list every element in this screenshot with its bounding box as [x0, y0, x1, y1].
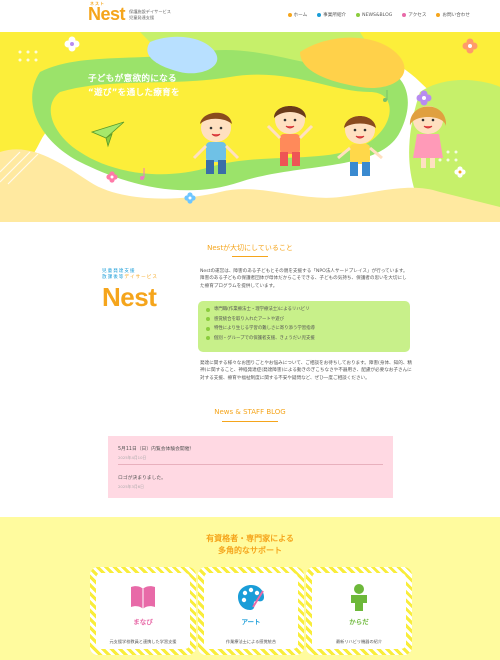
site-logo[interactable]: ネスト Nest 保護施設デイサービス 児童発達支援 — [88, 1, 171, 25]
news-item[interactable]: ロゴが決まりました。 2025年3月6日 — [118, 474, 383, 493]
card-label: アート — [241, 618, 261, 626]
news-item-title[interactable]: ロゴが決まりました。 — [118, 474, 383, 481]
consultation-paragraph: 発達に関する様々なお困りごとやお悩みについて、ご相談をお待ちしております。障害(… — [200, 361, 413, 381]
home-icon — [287, 13, 292, 17]
logo-word-text: Nest — [88, 4, 126, 24]
feature-text: 特性により生じる学習の難しさに寄り添う学習指導 — [214, 326, 315, 331]
bullet-icon — [206, 307, 210, 312]
bullet-icon — [206, 326, 210, 331]
card-inner: まなび 元支援学校教員と連携した学習支援 — [96, 573, 190, 649]
support-card-karada[interactable]: からだ 最新リハビリ機器の紹介 — [306, 567, 412, 655]
hero-line-1: 子どもが意欲的になる — [88, 74, 177, 84]
bullet-icon — [206, 317, 210, 322]
support-title: 有資格者・専門家による 多角的なサポート — [0, 533, 500, 557]
support-card-manabi[interactable]: まなび 元支援学校教員と連携した学習支援 — [90, 567, 196, 655]
nav-access[interactable]: アクセス — [402, 12, 426, 18]
intro-logo-line-2b: デイサービス — [124, 275, 158, 280]
intro-title-underline — [232, 256, 268, 257]
feature-item: 特性により生じる学習の難しさに寄り添う学習指導 — [206, 324, 402, 334]
card-inner: からだ 最新リハビリ機器の紹介 — [312, 573, 406, 649]
hero-banner: 子どもが意欲的になる “遊び”を通した療育を — [0, 32, 500, 222]
feature-text: 専門職(作業療法士・理学療法士)によるリハビリ — [214, 307, 310, 312]
logo-kana: ネスト — [90, 1, 105, 6]
intro-logo: 児童発達支援 放課後等デイサービス Nest — [102, 268, 182, 313]
intro-logo-line-2a: 放課後等 — [102, 275, 125, 280]
support-title-line-2: 多角的なサポート — [218, 546, 282, 555]
news-item[interactable]: 5月11日（日）内覧会体験会開催！ 2025年4月10日 — [118, 445, 383, 465]
book-icon — [131, 586, 155, 609]
card-label: からだ — [349, 618, 369, 626]
person-icon — [351, 584, 367, 611]
site-header: ネスト Nest 保護施設デイサービス 児童発達支援 ホーム 事業所紹介 NEW… — [0, 0, 500, 32]
card-label: まなび — [133, 618, 153, 626]
hero-catchphrase: 子どもが意欲的になる “遊び”を通した療育を — [88, 72, 180, 100]
support-card-art[interactable]: アート 作業療法士による感覚統合 — [198, 567, 304, 655]
bullet-icon — [206, 336, 210, 341]
feature-item: 感覚統合を取り入れたアートや遊び — [206, 315, 402, 325]
news-item-title[interactable]: 5月11日（日）内覧会体験会開催！ — [118, 445, 383, 452]
office-icon — [317, 13, 322, 17]
news-list: 5月11日（日）内覧会体験会開催！ 2025年4月10日 ロゴが決まりました。 … — [108, 436, 393, 498]
nav-label: NEWS&BLOG — [362, 12, 393, 18]
hero-illustration — [0, 32, 500, 222]
nav-label: 事業所紹介 — [323, 13, 347, 18]
intro-title: Nestが大切にしていること — [207, 244, 293, 252]
card-description: 元支援学校教員と連携した学習支援 — [109, 639, 177, 644]
feature-item: 専門職(作業療法士・理学療法士)によるリハビリ — [206, 305, 402, 315]
nav-home[interactable]: ホーム — [287, 12, 308, 18]
card-description: 最新リハビリ機器の紹介 — [335, 639, 383, 644]
news-title-underline — [222, 421, 278, 422]
main-nav: ホーム 事業所紹介 NEWS&BLOG アクセス お問い合わせ — [287, 12, 470, 18]
nav-office[interactable]: 事業所紹介 — [317, 12, 346, 18]
feature-item: 個別・グループでの保護者支援、きょうだい児支援 — [206, 334, 402, 344]
logo-subtitle: 保護施設デイサービス 児童発達支援 — [129, 9, 171, 21]
nav-label: アクセス — [408, 13, 427, 18]
news-item-date: 2025年4月10日 — [118, 455, 147, 460]
mail-icon — [436, 13, 441, 17]
feature-text: 個別・グループでの保護者支援、きょうだい児支援 — [214, 335, 315, 341]
nav-news[interactable]: NEWS&BLOG — [356, 12, 392, 18]
card-inner: アート 作業療法士による感覚統合 — [204, 573, 298, 649]
logo-sub-1: 保護施設デイサービス — [129, 8, 171, 14]
feature-list: 専門職(作業療法士・理学療法士)によるリハビリ 感覚統合を取り入れたアートや遊び… — [198, 301, 410, 352]
support-title-line-1: 有資格者・専門家による — [206, 534, 294, 543]
nav-contact[interactable]: お問い合わせ — [436, 12, 470, 18]
news-icon — [356, 13, 361, 17]
feature-text: 感覚統合を取り入れたアートや遊び — [214, 316, 284, 322]
palette-icon — [238, 585, 264, 610]
card-description: 作業療法士による感覚統合 — [225, 639, 277, 644]
intro-paragraph: Nestの運営は、障害のある子どもとその親を支援する「NPO法人サードプレイス」… — [200, 269, 408, 289]
access-icon — [402, 13, 407, 17]
intro-logo-line-2: 放課後等デイサービス — [102, 274, 182, 280]
intro-logo-word: Nest — [102, 282, 157, 312]
news-item-date: 2025年3月6日 — [118, 484, 144, 489]
logo-word: ネスト Nest — [88, 1, 126, 25]
nav-label: ホーム — [293, 13, 308, 18]
news-title: News & STAFF BLOG — [214, 408, 286, 416]
nav-label: お問い合わせ — [442, 13, 470, 18]
hero-line-2: “遊び”を通した療育を — [88, 88, 180, 98]
logo-sub-2: 児童発達支援 — [129, 14, 155, 20]
